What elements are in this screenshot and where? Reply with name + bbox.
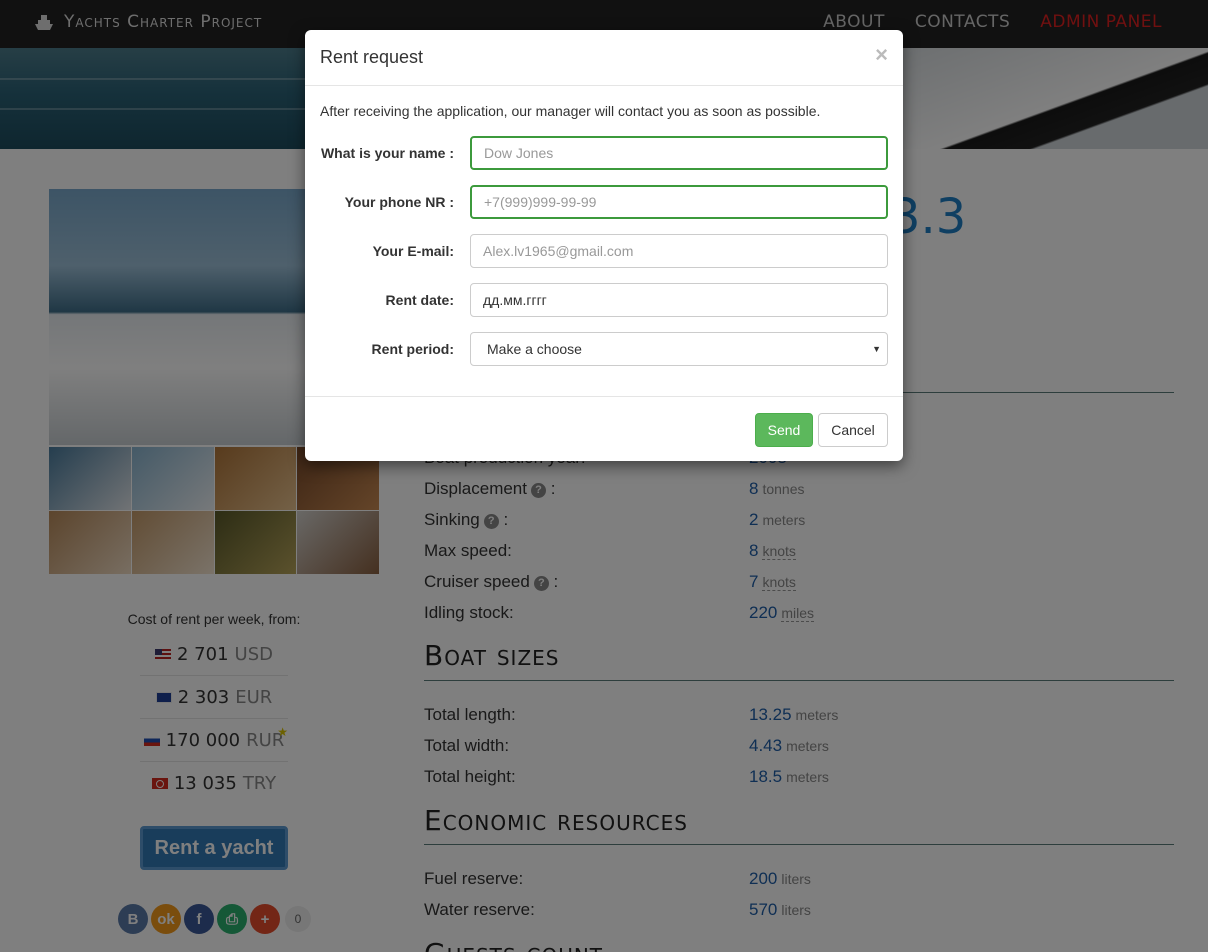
name-input[interactable]: Dow Jones bbox=[470, 136, 888, 170]
period-form-row: Rent period: Make a choose ▼ bbox=[305, 332, 903, 366]
phone-input[interactable]: +7(999)999-99-99 bbox=[470, 185, 888, 219]
phone-form-row: Your phone NR : +7(999)999-99-99 bbox=[305, 185, 903, 219]
chevron-down-icon: ▼ bbox=[872, 344, 881, 354]
rent-request-modal: Rent request × After receiving the appli… bbox=[305, 30, 903, 461]
modal-title: Rent request bbox=[320, 47, 424, 67]
rent-period-label: Rent period: bbox=[371, 341, 454, 357]
close-icon[interactable]: × bbox=[875, 44, 888, 66]
rent-date-input[interactable]: дд.мм.гггг bbox=[470, 283, 888, 317]
rent-period-value: Make a choose bbox=[487, 341, 582, 357]
modal-header: Rent request × bbox=[305, 30, 903, 86]
phone-label: Your phone NR : bbox=[344, 194, 454, 210]
send-button[interactable]: Send bbox=[755, 413, 813, 447]
phone-placeholder: +7(999)999-99-99 bbox=[484, 194, 597, 210]
modal-intro-text: After receiving the application, our man… bbox=[320, 103, 821, 119]
email-form-row: Your E-mail: Alex.lv1965@gmail.com bbox=[305, 234, 903, 268]
email-label: Your E-mail: bbox=[372, 243, 454, 259]
email-input[interactable]: Alex.lv1965@gmail.com bbox=[470, 234, 888, 268]
rent-period-select[interactable]: Make a choose ▼ bbox=[470, 332, 888, 366]
modal-footer: Send Cancel bbox=[305, 396, 903, 461]
email-placeholder: Alex.lv1965@gmail.com bbox=[483, 243, 634, 259]
cancel-button[interactable]: Cancel bbox=[818, 413, 888, 447]
name-form-row: What is your name : Dow Jones bbox=[305, 136, 903, 170]
date-form-row: Rent date: дд.мм.гггг bbox=[305, 283, 903, 317]
name-label: What is your name : bbox=[320, 145, 454, 161]
name-placeholder: Dow Jones bbox=[484, 145, 554, 161]
rent-date-label: Rent date: bbox=[385, 292, 454, 308]
rent-date-value: дд.мм.гггг bbox=[483, 292, 547, 308]
